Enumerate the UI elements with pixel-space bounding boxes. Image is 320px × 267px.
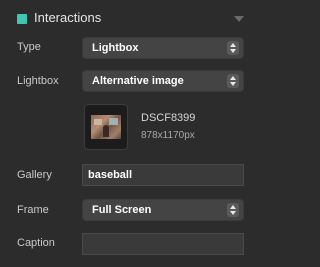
collapse-triangle-icon[interactable] — [234, 16, 244, 22]
image-dimensions: 878x1170px — [141, 130, 195, 141]
lightbox-select[interactable]: Alternative image — [82, 70, 244, 92]
gallery-label: Gallery — [17, 169, 52, 181]
select-stepper-icon — [227, 203, 239, 217]
type-select[interactable]: Lightbox — [82, 37, 244, 59]
type-select-value: Lightbox — [92, 42, 139, 54]
frame-label: Frame — [17, 204, 49, 216]
lightbox-label: Lightbox — [17, 75, 59, 87]
type-label: Type — [17, 41, 41, 53]
select-stepper-icon — [227, 41, 239, 55]
lightbox-select-value: Alternative image — [92, 75, 184, 87]
gallery-input[interactable] — [82, 164, 244, 186]
photo-preview — [91, 115, 121, 139]
section-title: Interactions — [34, 10, 102, 25]
frame-select-value: Full Screen — [92, 204, 152, 216]
caption-input[interactable] — [82, 233, 244, 255]
interactions-section-header[interactable]: Interactions — [0, 8, 256, 30]
select-stepper-icon — [227, 74, 239, 88]
section-color-swatch — [17, 14, 27, 24]
image-thumbnail[interactable] — [84, 104, 128, 150]
frame-select[interactable]: Full Screen — [82, 199, 244, 221]
caption-label: Caption — [17, 237, 55, 249]
image-filename: DSCF8399 — [141, 112, 196, 124]
